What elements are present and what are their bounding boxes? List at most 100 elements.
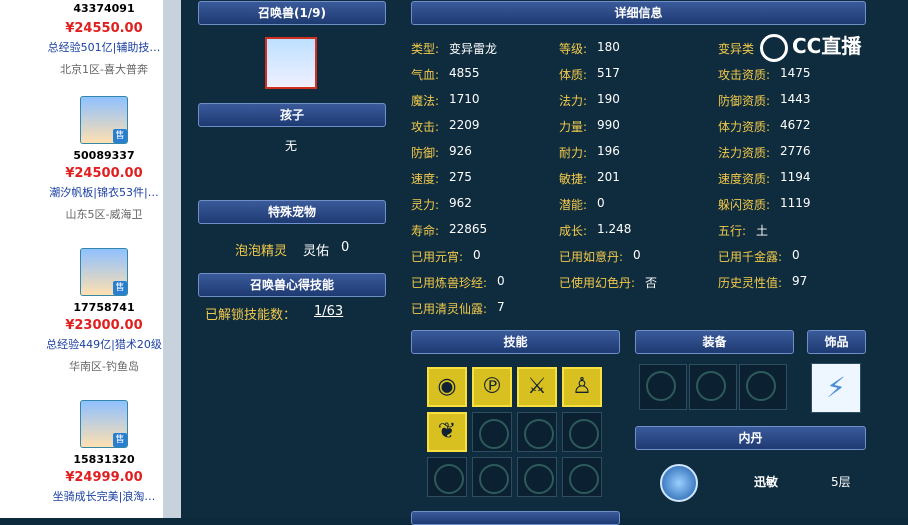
listing-server: 北京1区-喜大普奔 <box>60 63 148 76</box>
listing-card[interactable]: 售 50089337 ¥24500.00 潮汐帆板|锦衣53件|… 山东5区-威… <box>45 96 163 222</box>
logo-text: CC直播 <box>792 34 862 58</box>
listing-tags[interactable]: 总经验449亿|猎术20级 <box>45 336 163 352</box>
stat-value: 0 <box>597 196 605 210</box>
skill-slot[interactable]: ❦ <box>427 412 467 452</box>
scroll-gutter <box>163 0 181 518</box>
listing-price: ¥24500.00 <box>65 166 143 181</box>
ornament-header: 饰品 <box>807 330 866 354</box>
stat-label: 成长: <box>559 224 588 238</box>
equip-slot[interactable] <box>739 364 787 410</box>
stat-value: 275 <box>449 170 472 184</box>
avatar[interactable]: 售 <box>80 96 128 144</box>
listing-card[interactable]: 售 17758741 ¥23000.00 总经验449亿|猎术20级 华南区-钓… <box>45 248 163 374</box>
listing-price: ¥24999.00 <box>65 470 143 485</box>
detail-header: 详细信息 <box>411 1 866 25</box>
sell-badge: 售 <box>113 433 127 447</box>
pet-portrait[interactable] <box>265 37 317 89</box>
listing-card[interactable]: 43374091 ¥24550.00 总经验501亿|辅助技… 北京1区-喜大普… <box>45 2 163 77</box>
listing-id: 17758741 <box>73 301 135 314</box>
stat-value: 1119 <box>780 196 811 210</box>
neidan-name: 迅敏 <box>754 475 779 489</box>
stat-value: 962 <box>449 196 472 210</box>
stat-label: 耐力: <box>559 146 588 160</box>
stat-label: 变异类 <box>718 42 755 56</box>
avatar[interactable]: 售 <box>80 248 128 296</box>
skill-slot[interactable]: ♙ <box>562 367 602 407</box>
stat-label: 攻击资质: <box>718 68 771 82</box>
stat-label: 防御: <box>411 146 440 160</box>
stat-label: 力量: <box>559 120 588 134</box>
stat-value: 0 <box>633 248 641 262</box>
stat-label: 已用炼兽珍经: <box>411 276 488 290</box>
stat-label: 寿命: <box>411 224 440 238</box>
stat-value: 517 <box>597 66 620 80</box>
empty-skill-slot[interactable] <box>517 457 557 497</box>
stat-value: 0 <box>497 274 505 288</box>
empty-skill-slot[interactable] <box>472 457 512 497</box>
stat-value: 990 <box>597 118 620 132</box>
listing-price: ¥23000.00 <box>65 318 143 333</box>
skill-scroll-icon: ℗ <box>481 374 503 399</box>
unlock-value[interactable]: 1/63 <box>314 304 343 319</box>
skill-insight-header: 召唤兽心得技能 <box>198 273 386 297</box>
left-margin <box>0 0 45 518</box>
special-pet-label: 灵佑 <box>303 244 330 259</box>
listing-column: 43374091 ¥24550.00 总经验501亿|辅助技… 北京1区-喜大普… <box>45 0 164 518</box>
stat-value: 1475 <box>780 66 811 80</box>
stat-label: 类型: <box>411 42 440 56</box>
empty-skill-slot[interactable] <box>562 457 602 497</box>
empty-skill-slot[interactable] <box>472 412 512 452</box>
child-value: 无 <box>285 139 298 153</box>
cc-logo-icon <box>760 33 788 62</box>
empty-skill-slot[interactable] <box>427 457 467 497</box>
listing-tags[interactable]: 坐骑成长完美|浪淘… <box>45 488 163 504</box>
stat-value: 97 <box>792 274 808 288</box>
neidan-orb-icon[interactable] <box>660 464 698 502</box>
ornament-slot[interactable]: ⚡ <box>811 363 861 413</box>
skill-slot[interactable]: ◉ <box>427 367 467 407</box>
stat-value: 196 <box>597 144 620 158</box>
cc-live-logo: CC直播 <box>760 30 861 62</box>
stat-value: 1194 <box>780 170 811 184</box>
equip-slot[interactable] <box>689 364 737 410</box>
stat-label: 已用清灵仙露: <box>411 302 488 316</box>
stat-label: 速度: <box>411 172 440 186</box>
sell-badge: 售 <box>113 129 127 143</box>
listing-id: 15831320 <box>73 453 135 466</box>
listing-server: 山东5区-威海卫 <box>65 208 143 221</box>
stat-label: 五行: <box>718 224 747 238</box>
skill-sword-icon: ⚔ <box>527 374 547 399</box>
avatar[interactable]: 售 <box>80 400 128 448</box>
skill-slot[interactable]: ⚔ <box>517 367 557 407</box>
listing-card[interactable]: 售 15831320 ¥24999.00 坐骑成长完美|浪淘… <box>45 400 163 504</box>
stat-value: 190 <box>597 92 620 106</box>
unlock-label: 已解锁技能数： <box>205 308 297 323</box>
listing-id: 43374091 <box>73 2 135 15</box>
ornament-sword-icon: ⚡ <box>826 371 846 404</box>
listing-server: 华南区-钓鱼岛 <box>69 360 139 373</box>
listing-tags[interactable]: 总经验501亿|辅助技… <box>45 39 163 55</box>
listing-id: 50089337 <box>73 149 135 162</box>
stat-label: 潜能: <box>559 198 588 212</box>
neidan-header: 内丹 <box>635 426 866 450</box>
stat-value: 4855 <box>449 66 480 80</box>
stat-label: 防御资质: <box>718 94 771 108</box>
stat-value: 22865 <box>449 222 488 236</box>
stat-label: 已使用幻色丹: <box>559 276 636 290</box>
stat-value: 1443 <box>780 92 811 106</box>
special-pet-header: 特殊宠物 <box>198 200 386 224</box>
skill-slot[interactable]: ℗ <box>472 367 512 407</box>
empty-skill-slot[interactable] <box>562 412 602 452</box>
neidan-level: 5层 <box>831 475 851 489</box>
stat-label: 法力: <box>559 94 588 108</box>
stat-label: 已用如意丹: <box>559 250 624 264</box>
empty-skill-slot[interactable] <box>517 412 557 452</box>
stat-value: 180 <box>597 40 620 54</box>
stat-value: 土 <box>756 224 769 238</box>
bottom-header <box>411 511 620 525</box>
stat-label: 体质: <box>559 68 588 82</box>
child-header: 孩子 <box>198 103 386 127</box>
stat-label: 躲闪资质: <box>718 198 771 212</box>
equip-slot[interactable] <box>639 364 687 410</box>
listing-tags[interactable]: 潮汐帆板|锦衣53件|… <box>45 184 163 200</box>
